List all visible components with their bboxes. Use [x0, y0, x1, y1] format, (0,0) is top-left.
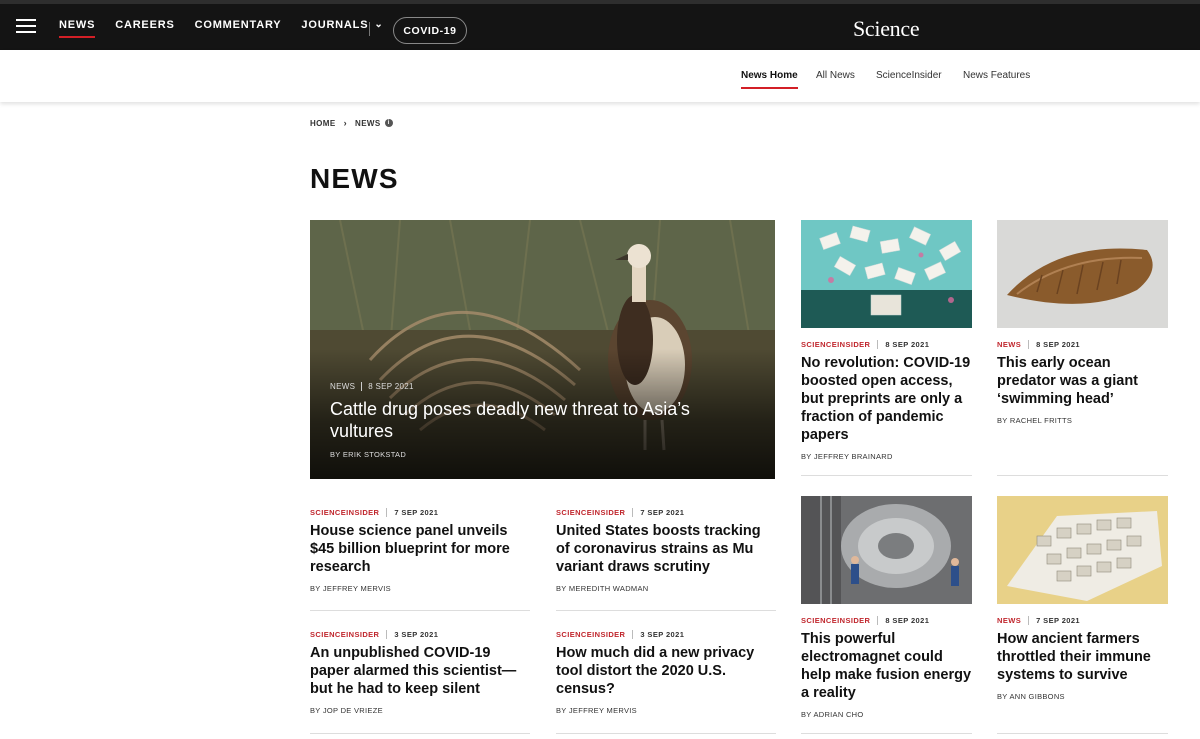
story-date: 3 SEP 2021 — [640, 630, 685, 639]
story-author[interactable]: BY JOP DE VRIEZE — [310, 706, 530, 715]
story-category[interactable]: NEWS — [997, 616, 1021, 625]
story-date: 8 SEP 2021 — [1036, 340, 1081, 349]
story-date: 3 SEP 2021 — [394, 630, 439, 639]
story-date: 8 SEP 2021 — [885, 340, 930, 349]
story-date: 7 SEP 2021 — [640, 508, 685, 517]
nav-divider — [369, 22, 370, 36]
story-kicker: SCIENCEINSIDER 3 SEP 2021 — [310, 630, 530, 639]
story-category[interactable]: SCIENCEINSIDER — [556, 508, 625, 517]
story-kicker: SCIENCEINSIDER 3 SEP 2021 — [556, 630, 776, 639]
story-category[interactable]: SCIENCEINSIDER — [556, 630, 625, 639]
story-category[interactable]: SCIENCEINSIDER — [801, 616, 870, 625]
hero-title[interactable]: Cattle drug poses deadly new threat to A… — [330, 398, 750, 442]
top-navigation-bar: NEWS CAREERS COMMENTARY JOURNALS ⌄ COVID-… — [0, 0, 1200, 50]
hero-date: 8 SEP 2021 — [368, 382, 414, 391]
chevron-down-icon: ⌄ — [374, 19, 384, 30]
breadcrumb: HOME › NEWS i — [310, 118, 393, 128]
story-title[interactable]: This powerful electromagnet could help m… — [801, 630, 972, 702]
story-kicker: NEWS 8 SEP 2021 — [997, 340, 1168, 349]
menu-icon[interactable] — [16, 19, 36, 33]
hero-category[interactable]: NEWS — [330, 382, 355, 391]
story-author[interactable]: BY MEREDITH WADMAN — [556, 584, 776, 593]
ancient-village-thumbnail[interactable] — [997, 496, 1168, 604]
story-kicker: SCIENCEINSIDER 8 SEP 2021 — [801, 340, 972, 349]
story-title[interactable]: United States boosts tracking of coronav… — [556, 522, 776, 576]
arthropod-thumbnail[interactable] — [997, 220, 1168, 328]
story-author[interactable]: BY JEFFREY MERVIS — [310, 584, 530, 593]
story-title[interactable]: This early ocean predator was a giant ‘s… — [997, 354, 1168, 408]
story-title[interactable]: An unpublished COVID-19 paper alarmed th… — [310, 644, 530, 698]
hero-meta: NEWS 8 SEP 2021 — [330, 382, 414, 391]
fusion-magnet-thumbnail[interactable] — [801, 496, 972, 604]
story-card[interactable]: SCIENCEINSIDER 7 SEP 2021 House science p… — [310, 508, 530, 611]
story-author[interactable]: BY JEFFREY BRAINARD — [801, 452, 972, 461]
hero-story[interactable]: NEWS 8 SEP 2021 Cattle drug poses deadly… — [310, 220, 775, 479]
story-card[interactable]: SCIENCEINSIDER 3 SEP 2021 How much did a … — [556, 630, 776, 734]
story-author[interactable]: BY JEFFREY MERVIS — [556, 706, 776, 715]
story-title[interactable]: House science panel unveils $45 billion … — [310, 522, 530, 576]
story-category[interactable]: SCIENCEINSIDER — [310, 630, 379, 639]
story-date: 8 SEP 2021 — [885, 616, 930, 625]
story-card[interactable]: NEWS 7 SEP 2021 How ancient farmers throt… — [997, 616, 1168, 734]
story-kicker: NEWS 7 SEP 2021 — [997, 616, 1168, 625]
story-category[interactable]: NEWS — [997, 340, 1021, 349]
story-author[interactable]: BY ADRIAN CHO — [801, 710, 972, 719]
page-title: NEWS — [310, 163, 399, 194]
story-title[interactable]: No revolution: COVID-19 boosted open acc… — [801, 354, 972, 444]
chevron-right-icon: › — [343, 118, 348, 128]
story-author[interactable]: BY ANN GIBBONS — [997, 692, 1168, 701]
story-author[interactable]: BY RACHEL FRITTS — [997, 416, 1168, 425]
story-card[interactable]: SCIENCEINSIDER 3 SEP 2021 An unpublished … — [310, 630, 530, 734]
story-title[interactable]: How ancient farmers throttled their immu… — [997, 630, 1168, 684]
story-kicker: SCIENCEINSIDER 8 SEP 2021 — [801, 616, 972, 625]
breadcrumb-home[interactable]: HOME — [310, 119, 336, 128]
story-kicker: SCIENCEINSIDER 7 SEP 2021 — [556, 508, 776, 517]
nav-commentary[interactable]: COMMENTARY — [195, 19, 282, 37]
info-icon[interactable]: i — [384, 119, 393, 127]
subnav-news-home[interactable]: News Home — [741, 70, 798, 89]
science-logo[interactable]: Science — [853, 16, 920, 42]
primary-nav: NEWS CAREERS COMMENTARY JOURNALS ⌄ — [59, 19, 404, 38]
story-card[interactable]: SCIENCEINSIDER 8 SEP 2021 No revolution: … — [801, 340, 972, 476]
story-card[interactable]: SCIENCEINSIDER 8 SEP 2021 This powerful e… — [801, 616, 972, 734]
nav-careers[interactable]: CAREERS — [115, 19, 174, 37]
subnav-scienceinsider[interactable]: ScienceInsider — [876, 70, 942, 81]
subnav-all-news[interactable]: All News — [816, 70, 855, 81]
nav-journals[interactable]: JOURNALS ⌄ — [301, 19, 383, 37]
paper-storm-thumbnail[interactable] — [801, 220, 972, 328]
covid-19-button[interactable]: COVID-19 — [393, 17, 467, 44]
story-category[interactable]: SCIENCEINSIDER — [801, 340, 870, 349]
story-card[interactable]: SCIENCEINSIDER 7 SEP 2021 United States b… — [556, 508, 776, 611]
news-subnav: News Home All News ScienceInsider News F… — [0, 50, 1200, 102]
story-kicker: SCIENCEINSIDER 7 SEP 2021 — [310, 508, 530, 517]
hero-author[interactable]: BY ERIK STOKSTAD — [330, 450, 406, 459]
story-date: 7 SEP 2021 — [1036, 616, 1081, 625]
story-category[interactable]: SCIENCEINSIDER — [310, 508, 379, 517]
breadcrumb-current: NEWS — [355, 118, 381, 128]
story-card[interactable]: NEWS 8 SEP 2021 This early ocean predator… — [997, 340, 1168, 476]
subnav-news-features[interactable]: News Features — [963, 70, 1030, 81]
story-title[interactable]: How much did a new privacy tool distort … — [556, 644, 776, 698]
nav-journals-label: JOURNALS — [301, 19, 369, 31]
story-date: 7 SEP 2021 — [394, 508, 439, 517]
nav-news[interactable]: NEWS — [59, 19, 96, 38]
